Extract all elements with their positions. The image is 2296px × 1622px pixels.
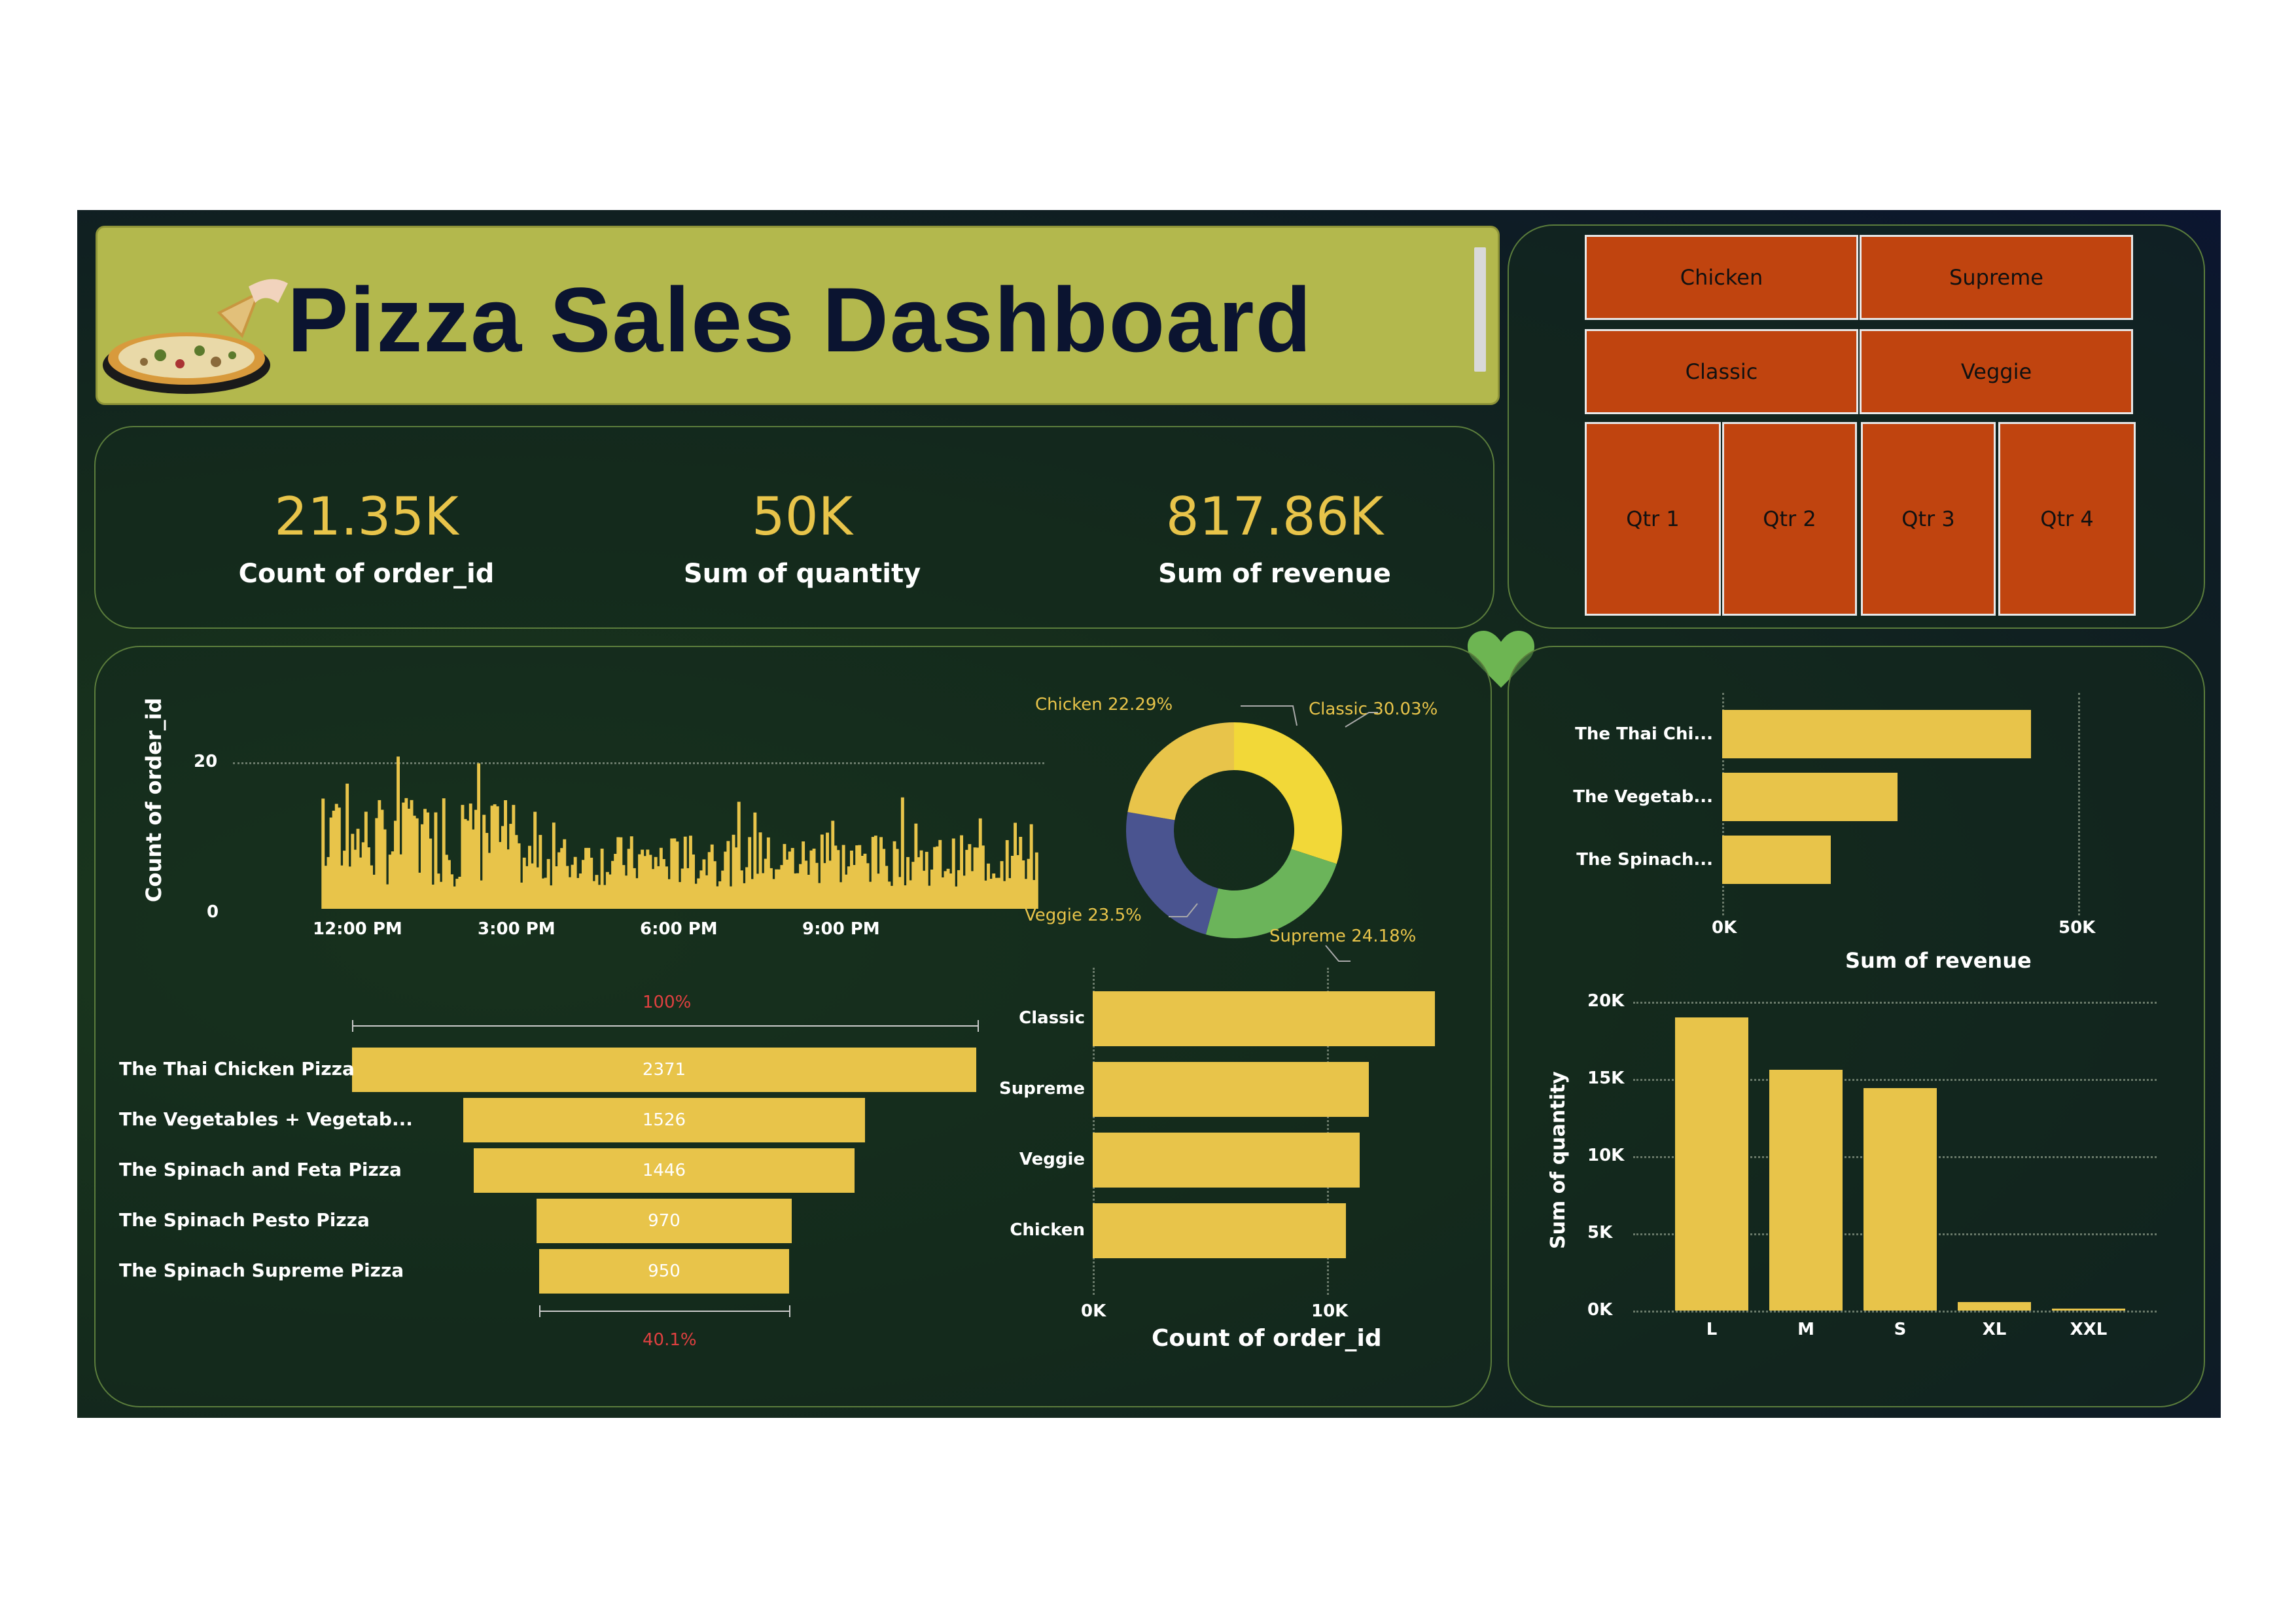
funnel-category-label: The Spinach and Feta Pizza <box>119 1159 402 1180</box>
donut-label-veggie: Veggie 23.5% <box>1025 906 1142 925</box>
funnel-bar[interactable]: 1526 <box>463 1098 865 1142</box>
funnel-category-label: The Vegetables + Vegetab... <box>119 1108 413 1130</box>
slicer-quarter-3[interactable]: Qtr 3 <box>1861 422 1996 616</box>
x-tick: 9:00 PM <box>802 919 880 939</box>
category-chart-xlabel: Count of order_id <box>1152 1325 1382 1352</box>
y-tick: 0K <box>1587 1300 1613 1320</box>
category-axis-label: Chicken <box>1010 1220 1085 1240</box>
kpi-label: Count of order_id <box>238 559 495 589</box>
slicer-quarter-4[interactable]: Qtr 4 <box>1998 422 2136 616</box>
page-title: Pizza Sales Dashboard <box>287 268 1313 371</box>
pizza-icon <box>103 279 288 394</box>
time-chart-ylabel: Count of order_id <box>141 697 166 902</box>
donut-label-chicken: Chicken 22.29% <box>1035 695 1173 714</box>
funnel-bar[interactable]: 1446 <box>474 1148 855 1193</box>
x-tick: 50K <box>2058 918 2096 938</box>
y-tick: 15K <box>1587 1068 1625 1088</box>
funnel-value-label: 1526 <box>642 1110 686 1130</box>
slicer-category-classic[interactable]: Classic <box>1585 329 1858 414</box>
revenue-axis-label: The Vegetab... <box>1573 787 1713 807</box>
category-axis-label: Classic <box>1019 1008 1085 1028</box>
kpi-label: Sum of revenue <box>1158 559 1391 589</box>
category-bar[interactable] <box>1093 1062 1369 1117</box>
funnel-category-label: The Thai Chicken Pizza <box>119 1058 355 1080</box>
y-tick: 10K <box>1587 1146 1625 1165</box>
x-tick: M <box>1797 1320 1814 1339</box>
funnel-bar[interactable]: 2371 <box>352 1048 976 1092</box>
funnel-bar[interactable]: 970 <box>536 1199 792 1243</box>
funnel-category-label: The Spinach Supreme Pizza <box>119 1260 404 1281</box>
size-bar[interactable] <box>1958 1302 2031 1311</box>
grid-line <box>2078 693 2080 915</box>
revenue-axis-label: The Thai Chi... <box>1575 724 1713 744</box>
y-tick: 0 <box>207 902 219 922</box>
x-tick: 12:00 PM <box>313 919 402 939</box>
x-tick: 3:00 PM <box>478 919 556 939</box>
category-axis-label: Veggie <box>1019 1150 1085 1169</box>
y-tick: 20K <box>1587 991 1625 1011</box>
size-bar[interactable] <box>2052 1309 2125 1311</box>
size-chart-ylabel: Sum of quantity <box>1547 1071 1570 1249</box>
funnel-value-label: 2371 <box>642 1060 686 1080</box>
dashboard-canvas: Pizza Sales Dashboard 21.35K Count of or… <box>77 210 2221 1418</box>
title-banner: Pizza Sales Dashboard <box>96 226 1500 405</box>
charts-panel: Count of order_id 20 0 12:00 PM 3:00 PM … <box>94 646 1492 1407</box>
x-tick: 0K <box>1081 1301 1106 1321</box>
kpi-value: 21.35K <box>274 486 459 547</box>
kpi-card-quantity: 50K Sum of quantity <box>593 486 1012 589</box>
kpi-label: Sum of quantity <box>683 559 921 589</box>
donut-label-supreme: Supreme 24.18% <box>1269 926 1417 946</box>
y-tick: 5K <box>1587 1223 1613 1243</box>
x-tick: L <box>1706 1320 1718 1339</box>
grid-line <box>1633 1311 2157 1313</box>
right-charts-panel: The Thai Chi... The Vegetab... The Spinach… <box>1508 646 2205 1407</box>
funnel-top-bracket <box>352 1020 979 1032</box>
size-bar[interactable] <box>1769 1069 1843 1311</box>
funnel-bar[interactable]: 950 <box>539 1249 790 1294</box>
slicer-quarter-2[interactable]: Qtr 2 <box>1722 422 1857 616</box>
title-scrollbar[interactable] <box>1474 247 1486 372</box>
x-tick: S <box>1894 1320 1907 1339</box>
revenue-bar[interactable] <box>1722 836 1831 884</box>
size-bar[interactable] <box>1863 1088 1937 1311</box>
kpi-card-revenue: 817.86K Sum of revenue <box>1065 486 1484 589</box>
slicer-quarter-1[interactable]: Qtr 1 <box>1585 422 1721 616</box>
kpi-card-orders: 21.35K Count of order_id <box>157 486 576 589</box>
funnel-value-label: 970 <box>648 1211 680 1231</box>
revenue-chart-xlabel: Sum of revenue <box>1845 948 2032 973</box>
category-axis-label: Supreme <box>998 1079 1085 1099</box>
kpi-value: 50K <box>751 486 853 547</box>
size-bar[interactable] <box>1675 1017 1748 1311</box>
revenue-bar[interactable] <box>1722 710 2032 758</box>
x-tick: XL <box>1982 1320 2007 1339</box>
slicer-category-chicken[interactable]: Chicken <box>1585 235 1858 320</box>
slicer-panel: Chicken Supreme Classic Veggie Qtr 1 Qtr… <box>1508 224 2205 629</box>
donut-label-classic: Classic 30.03% <box>1309 699 1438 719</box>
x-tick: 6:00 PM <box>640 919 718 939</box>
category-bar[interactable] <box>1093 1203 1346 1258</box>
funnel-value-label: 950 <box>648 1261 680 1281</box>
category-bar[interactable] <box>1093 991 1435 1046</box>
revenue-bar[interactable] <box>1722 773 1898 821</box>
slicer-category-supreme[interactable]: Supreme <box>1860 235 2133 320</box>
grid-line <box>1633 1002 2157 1004</box>
x-tick: XXL <box>2070 1320 2108 1339</box>
funnel-bottom-bracket <box>539 1305 790 1317</box>
kpi-value: 817.86K <box>1165 486 1384 547</box>
donut-leader-lines <box>1169 705 1378 962</box>
funnel-value-label: 1446 <box>642 1161 686 1180</box>
x-tick: 10K <box>1311 1301 1349 1321</box>
x-tick: 0K <box>1712 918 1737 938</box>
funnel-category-label: The Spinach Pesto Pizza <box>119 1209 370 1231</box>
slicer-category-veggie[interactable]: Veggie <box>1860 329 2133 414</box>
funnel-top-pct: 100% <box>643 993 692 1012</box>
time-series-chart <box>321 756 1038 909</box>
y-tick: 20 <box>194 752 218 771</box>
funnel-bottom-pct: 40.1% <box>643 1330 697 1350</box>
revenue-axis-label: The Spinach... <box>1576 850 1713 870</box>
kpi-panel: 21.35K Count of order_id 50K Sum of quan… <box>94 426 1494 629</box>
category-bar[interactable] <box>1093 1133 1360 1188</box>
